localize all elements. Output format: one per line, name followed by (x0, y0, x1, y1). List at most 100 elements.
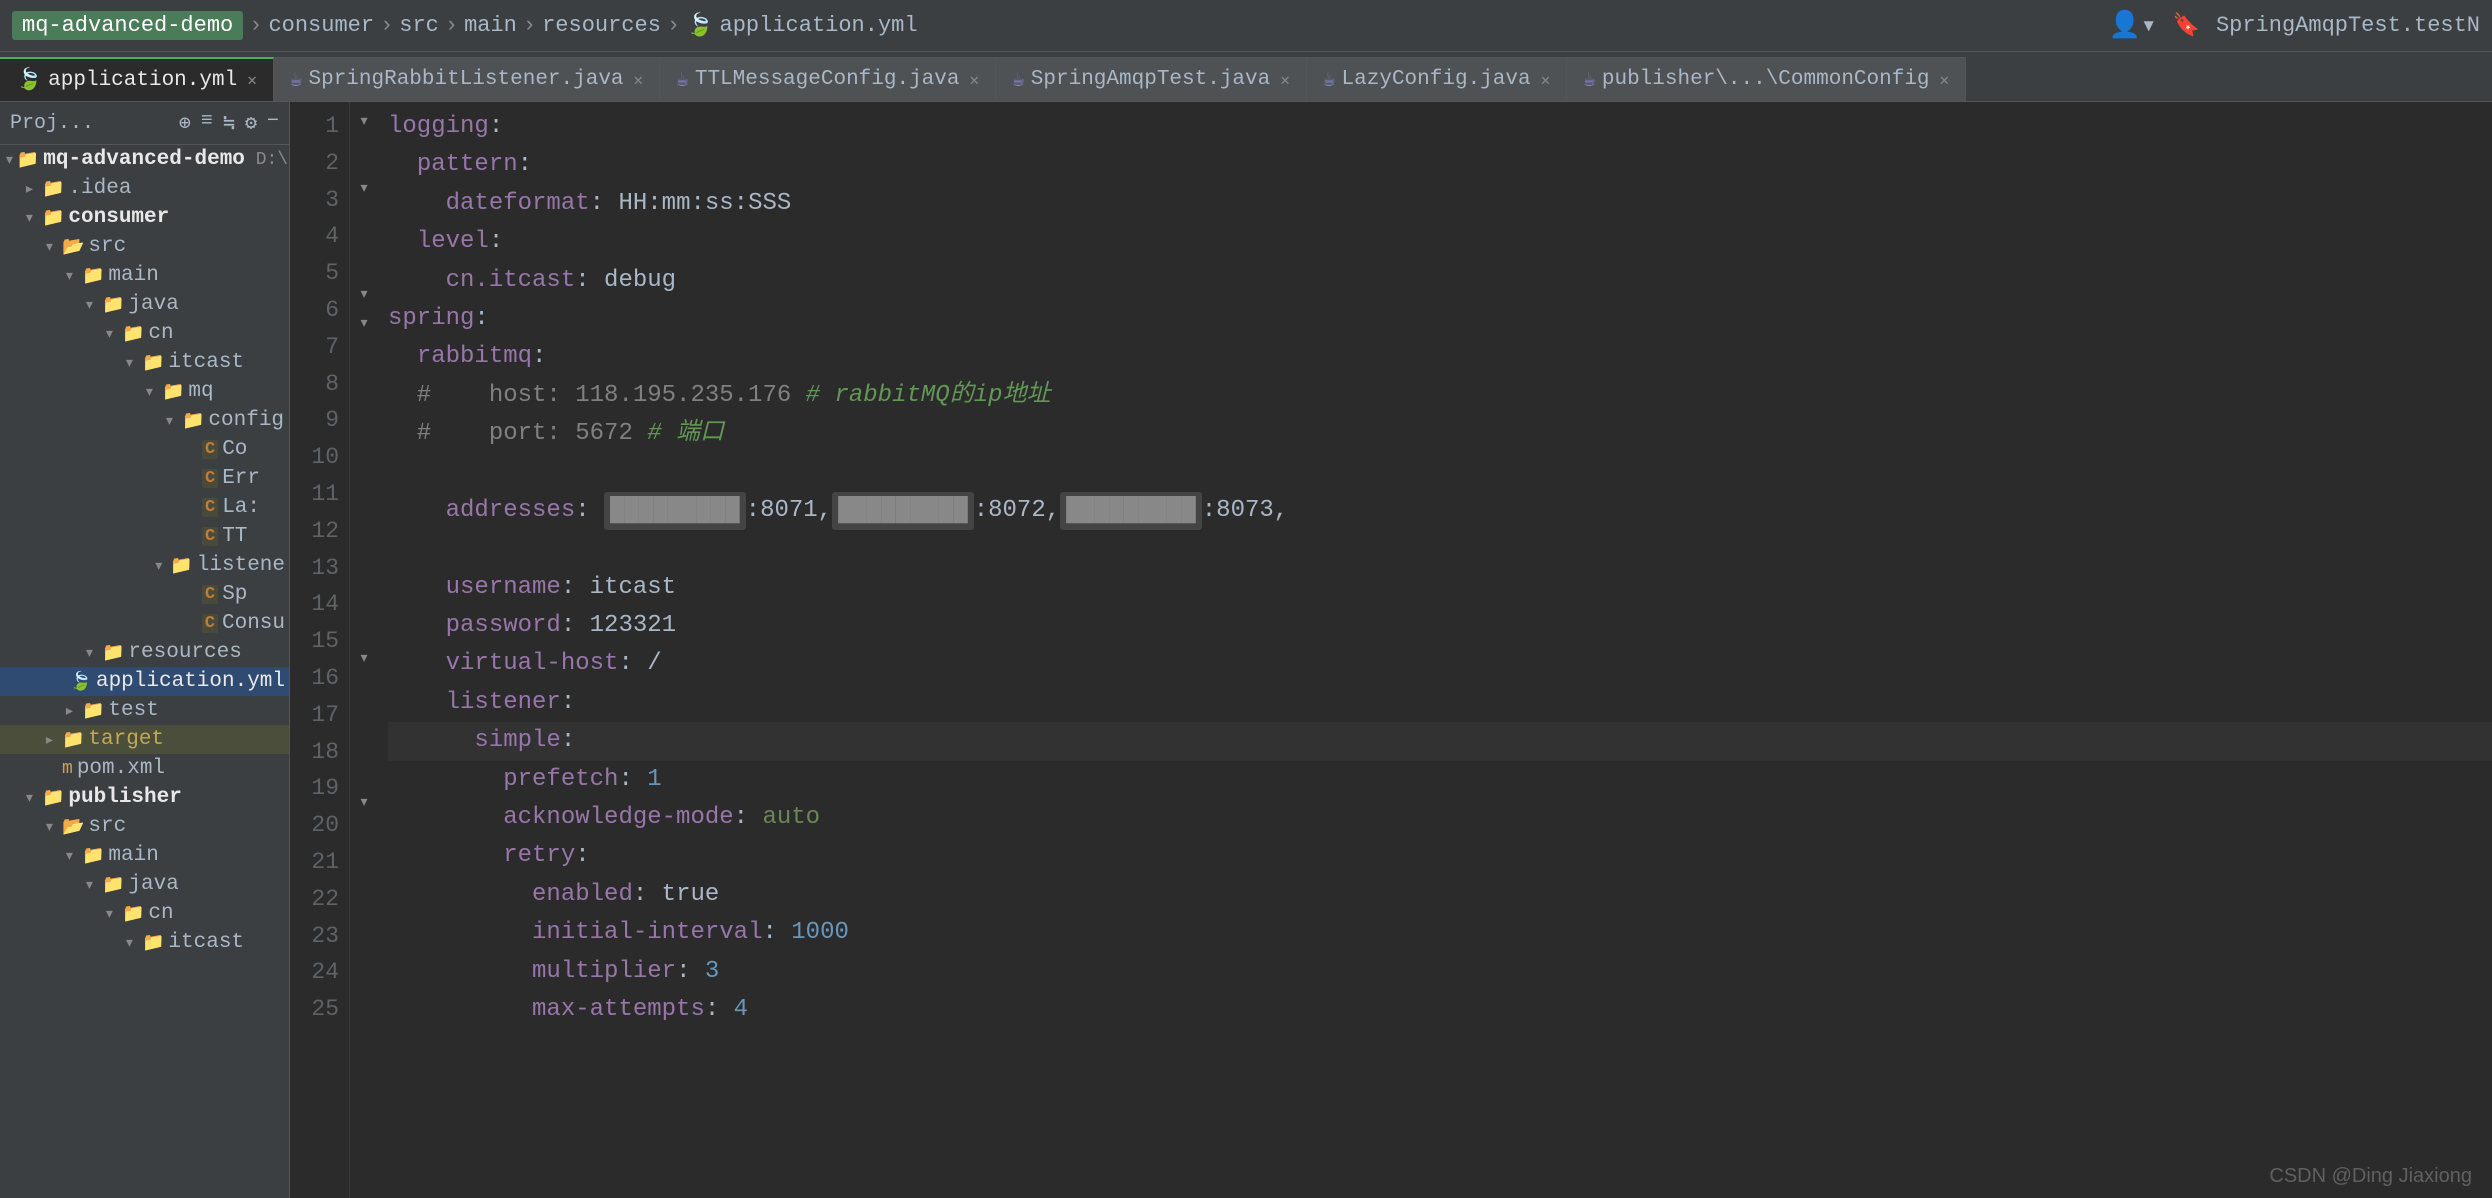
sidebar-icon-add[interactable]: ⊕ (179, 110, 191, 136)
tree-item-test[interactable]: ▸ 📁 test (0, 696, 289, 725)
sidebar-icon-minus[interactable]: − (267, 110, 279, 136)
gutter-arrow-6[interactable]: ▾ (359, 281, 370, 310)
java-folder-icon: 📁 (102, 294, 124, 316)
tree-item-resources[interactable]: ▾ 📁 resources (0, 638, 289, 667)
tree-item-main[interactable]: ▾ 📁 main (0, 261, 289, 290)
tree-item-src[interactable]: ▾ 📂 src (0, 232, 289, 261)
tree-item-target[interactable]: ▸ 📁 target (0, 725, 289, 754)
gutter-arrow-1[interactable]: ▾ (359, 108, 370, 137)
code-line-13: username: itcast (388, 569, 2492, 607)
tree-item-tt[interactable]: C TT (0, 522, 289, 551)
sidebar-icon-sort2[interactable]: ≒ (223, 110, 235, 136)
tree-label-tt: TT (222, 525, 247, 548)
breadcrumb-sep-5: › (667, 13, 680, 38)
tree-item-cn[interactable]: ▾ 📁 cn (0, 319, 289, 348)
breadcrumb-main[interactable]: main (464, 13, 517, 38)
idea-folder-icon: 📁 (42, 178, 64, 200)
code-line-2: pattern: (388, 146, 2492, 184)
tree-item-pub-cn[interactable]: ▾ 📁 cn (0, 899, 289, 928)
code-area[interactable]: logging: pattern: dateformat: HH:mm:ss:S… (378, 102, 2492, 1198)
tree-item-pub-java[interactable]: ▾ 📁 java (0, 870, 289, 899)
project-name[interactable]: mq-advanced-demo (12, 11, 243, 40)
tree-item-pom[interactable]: m pom.xml (0, 754, 289, 783)
tab-close-6[interactable]: ✕ (1940, 70, 1950, 90)
sidebar-icon-settings[interactable]: ⚙ (245, 110, 257, 136)
val-virtual-host: / (647, 645, 661, 683)
breadcrumb-src[interactable]: src (399, 13, 439, 38)
gutter-arrow-20[interactable]: ▾ (359, 789, 370, 818)
tree-label-pub-java: java (128, 873, 178, 896)
tree-item-consu[interactable]: C Consu (0, 609, 289, 638)
code-line-24: max-attempts: 4 (388, 991, 2492, 1029)
breadcrumb-resources[interactable]: resources (542, 13, 661, 38)
breadcrumb-sep-1: › (249, 13, 262, 38)
tab-application-yml[interactable]: 🍃 application.yml ✕ (0, 57, 274, 101)
val-enabled: true (662, 876, 720, 914)
itcast-folder-icon: 📁 (142, 352, 164, 374)
tab-spring-amqp-test[interactable]: ☕ SpringAmqpTest.java ✕ (996, 57, 1307, 101)
tree-item-listener[interactable]: ▾ 📁 listene (0, 551, 289, 580)
val-initial-interval: 1000 (791, 914, 849, 952)
tree-item-idea[interactable]: ▸ 📁 .idea (0, 174, 289, 203)
sidebar-icon-sort[interactable]: ≡ (201, 110, 213, 136)
tree-label-idea: .idea (68, 177, 131, 200)
editor-content[interactable]: 1 2 3 4 5 6 7 8 9 10 11 12 13 14 15 16 1… (290, 102, 2492, 1198)
cn-folder-icon: 📁 (122, 323, 144, 345)
tree-item-consumer[interactable]: ▾ 📁 consumer (0, 203, 289, 232)
breadcrumb-consumer[interactable]: consumer (268, 13, 374, 38)
code-line-22: initial-interval: 1000 (388, 914, 2492, 952)
tree-item-pub-src[interactable]: ▾ 📂 src (0, 812, 289, 841)
tab-close-2[interactable]: ✕ (634, 70, 644, 90)
main-folder-icon: 📁 (82, 265, 104, 287)
top-bar-arrow[interactable]: 🔖 (2173, 13, 2200, 39)
tab-spring-rabbit-listener[interactable]: ☕ SpringRabbitListener.java ✕ (274, 57, 660, 101)
tab-publisher-common-config[interactable]: ☕ publisher\...\CommonConfig ✕ (1567, 57, 1966, 101)
tree-item-la[interactable]: C La: (0, 493, 289, 522)
tree-item-application-yml[interactable]: 🍃 application.yml (0, 667, 289, 696)
indent-15 (388, 645, 446, 683)
gutter-arrow-3[interactable]: ▾ (359, 175, 370, 204)
indent-3 (388, 185, 446, 223)
tab-close-5[interactable]: ✕ (1541, 70, 1551, 90)
tree-label-pub-src: src (88, 815, 126, 838)
tree-label-listener: listene (197, 554, 285, 577)
tab-lazy-config[interactable]: ☕ LazyConfig.java ✕ (1307, 57, 1567, 101)
tab-ttl-message-config[interactable]: ☕ TTLMessageConfig.java ✕ (660, 57, 996, 101)
tree-label-config: config (208, 409, 284, 432)
addr-port-2: :8072, (974, 492, 1060, 530)
user-icon[interactable]: 👤▾ (2109, 10, 2157, 41)
tree-item-mq[interactable]: ▾ 📁 mq (0, 377, 289, 406)
val-password: 123321 (590, 607, 676, 645)
tree-item-java[interactable]: ▾ 📁 java (0, 290, 289, 319)
indent-24 (388, 991, 532, 1029)
tree-item-err[interactable]: C Err (0, 464, 289, 493)
gutter-arrow-16[interactable]: ▾ (359, 645, 370, 674)
tree-item-config[interactable]: ▾ 📁 config (0, 406, 289, 435)
root-folder-icon: 📁 (17, 149, 39, 171)
test-folder-icon: 📁 (82, 700, 104, 722)
code-line-9: # port: 5672 # 端口 (388, 415, 2492, 453)
mq-folder-icon: 📁 (162, 381, 184, 403)
tree-label-main: main (108, 264, 158, 287)
tab-close-3[interactable]: ✕ (970, 70, 980, 90)
consumer-folder-icon: 📁 (42, 207, 64, 229)
comment-line-8: # host: 118.195.235.176 (388, 377, 806, 415)
tree-item-co[interactable]: C Co (0, 435, 289, 464)
tree-item-itcast[interactable]: ▾ 📁 itcast (0, 348, 289, 377)
tab-close-4[interactable]: ✕ (1280, 70, 1290, 90)
breadcrumb-file[interactable]: application.yml (720, 13, 918, 38)
addr-redacted-3: █████████ (1060, 492, 1202, 530)
tab-close-1[interactable]: ✕ (247, 70, 257, 90)
tree-item-pub-main[interactable]: ▾ 📁 main (0, 841, 289, 870)
gutter-arrow-7[interactable]: ▾ (359, 310, 370, 339)
tree-item-publisher[interactable]: ▾ 📁 publisher (0, 783, 289, 812)
indent-11 (388, 492, 446, 530)
line-numbers: 1 2 3 4 5 6 7 8 9 10 11 12 13 14 15 16 1… (290, 102, 350, 1198)
tree-item-root[interactable]: ▾ 📁 mq-advanced-demo D:\Ding.. (0, 145, 289, 174)
code-line-11: addresses: █████████:8071, █████████:807… (388, 492, 2492, 530)
tree-item-sp[interactable]: C Sp (0, 580, 289, 609)
comment-text-8: # rabbitMQ的ip地址 (806, 377, 1051, 415)
indent-14 (388, 607, 446, 645)
val-username: itcast (590, 569, 676, 607)
tree-item-pub-itcast[interactable]: ▾ 📁 itcast (0, 928, 289, 957)
